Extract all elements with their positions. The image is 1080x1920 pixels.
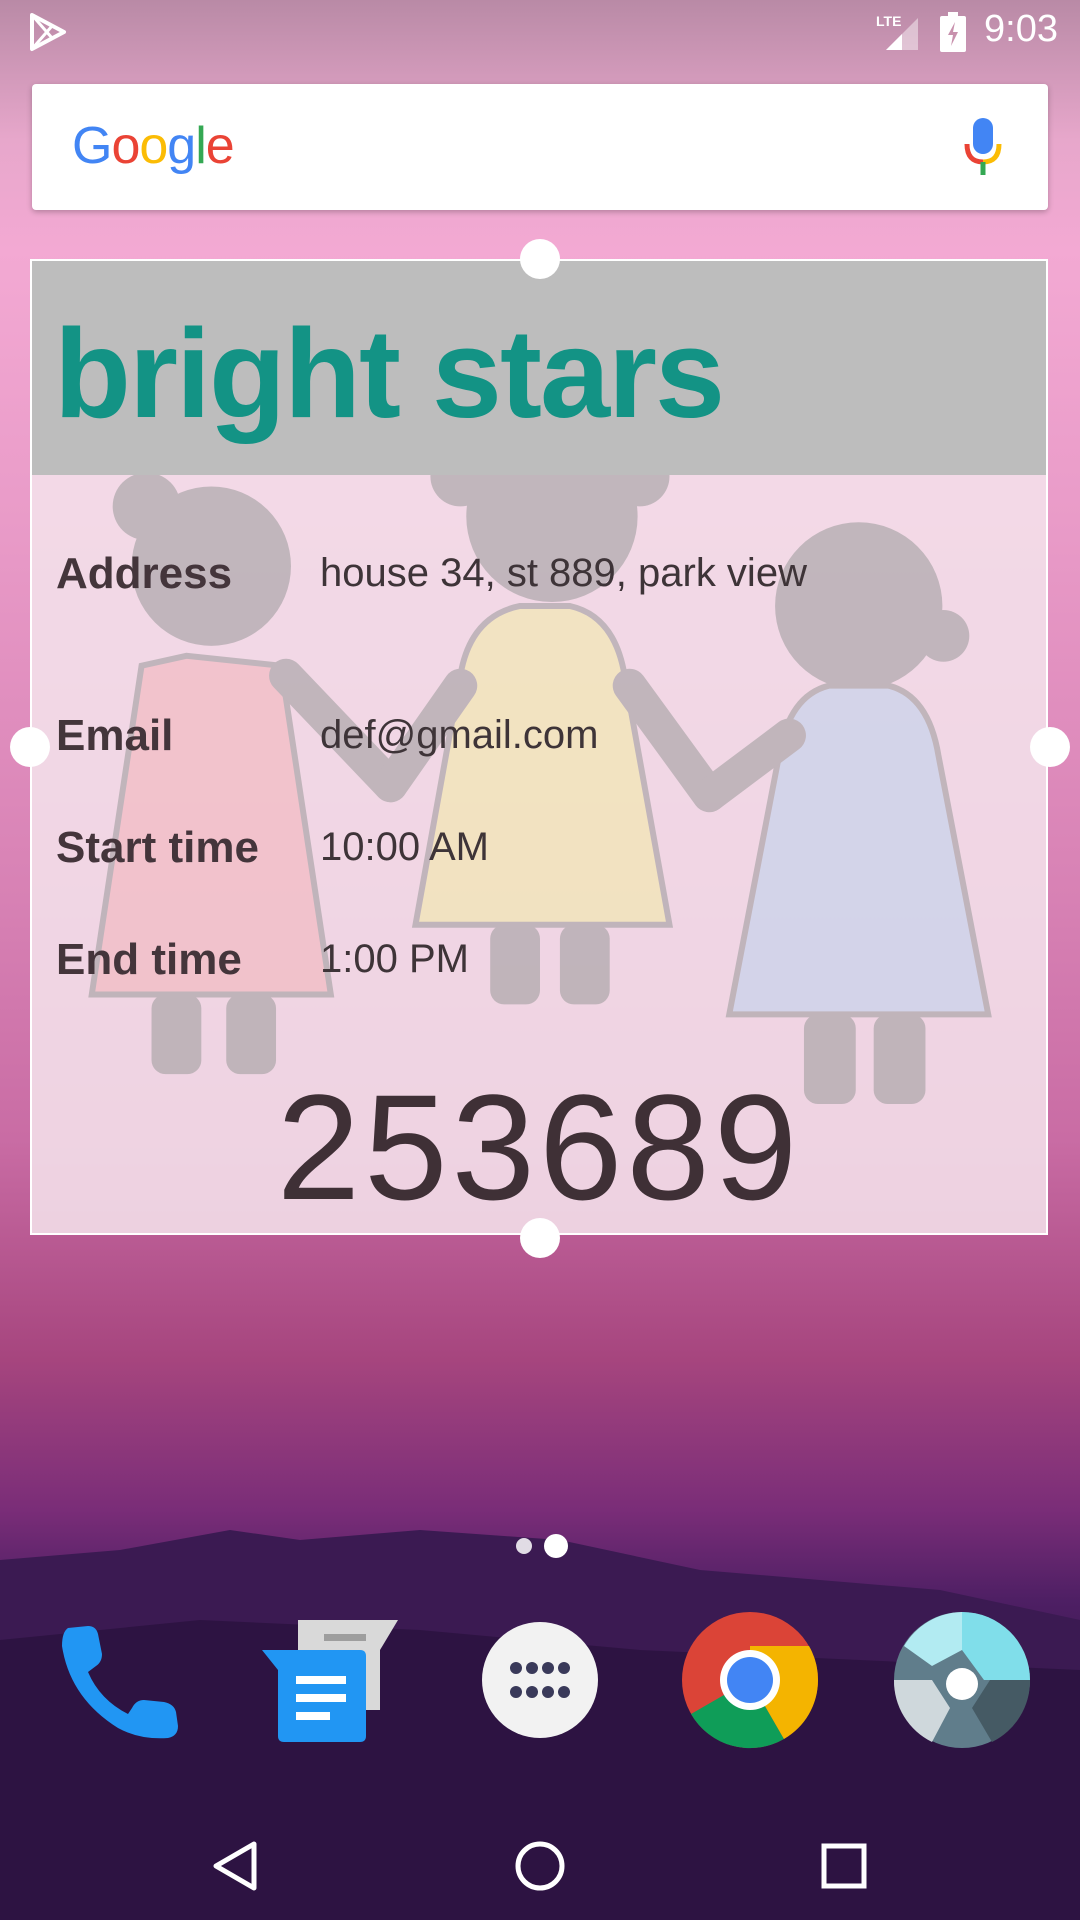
camera-icon[interactable] (892, 1610, 1032, 1750)
start-time-label: Start time (56, 823, 259, 872)
home-icon[interactable] (512, 1838, 568, 1894)
widget-header: bright stars (32, 261, 1046, 475)
resize-handle-right[interactable] (1030, 727, 1070, 767)
page-dot[interactable] (516, 1538, 532, 1554)
email-label: Email (56, 711, 174, 760)
battery-charging-icon (940, 12, 966, 52)
google-logo: Google (72, 116, 235, 176)
address-label: Address (56, 549, 233, 598)
google-letter: e (205, 117, 235, 175)
event-code: 253689 (276, 1063, 802, 1231)
lte-signal-icon: LTE (876, 13, 918, 50)
microphone-icon[interactable] (964, 118, 1002, 176)
phone-icon[interactable] (48, 1610, 188, 1750)
play-store-icon (30, 13, 66, 51)
widget-title: bright stars (54, 303, 725, 444)
google-search-bar[interactable]: Google (32, 84, 1048, 210)
chrome-icon[interactable] (680, 1610, 820, 1750)
messages-icon[interactable] (258, 1610, 398, 1750)
status-bar: LTE 9:03 (0, 0, 1080, 64)
resize-handle-top[interactable] (520, 239, 560, 279)
end-time-label: End time (56, 935, 242, 984)
resize-handle-bottom[interactable] (520, 1218, 560, 1258)
start-time-value: 10:00 AM (320, 825, 490, 869)
google-letter: l (195, 117, 207, 175)
email-value: def@gmail.com (320, 713, 599, 757)
resize-handle-left[interactable] (10, 727, 50, 767)
page-dot-active[interactable] (544, 1534, 568, 1558)
google-letter: G (72, 117, 112, 175)
address-value: house 34, st 889, park view (320, 551, 807, 595)
svg-text:LTE: LTE (876, 13, 901, 29)
recents-icon[interactable] (816, 1838, 872, 1894)
google-letter: o (111, 117, 140, 175)
app-drawer-icon[interactable] (470, 1610, 610, 1750)
clock: 9:03 (984, 8, 1058, 50)
google-letter: g (167, 117, 196, 175)
event-widget[interactable]: bright stars Address house 34, st 889, p… (30, 259, 1048, 1235)
end-time-value: 1:00 PM (320, 937, 469, 981)
back-icon[interactable] (208, 1838, 264, 1894)
google-letter: o (139, 117, 168, 175)
